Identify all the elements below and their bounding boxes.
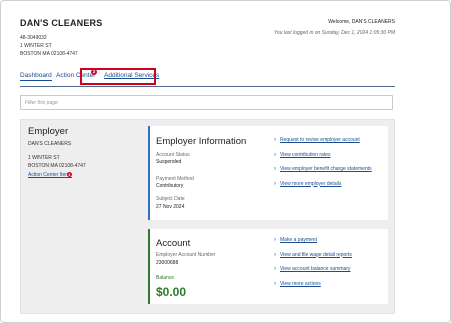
action-center-items-link[interactable]: Action Center Items [28,172,72,178]
highlight-box [80,68,156,85]
address-line-1: 1 WINTER ST [20,43,52,49]
filter-input[interactable]: Filter this page [20,95,393,110]
wage-detail-reports-link[interactable]: View and file wage detail reports [274,248,352,263]
account-id: 48-3049032 [20,35,47,41]
last-login: You last logged in on Sunday, Dec 1, 202… [273,30,395,36]
action-items-badge: 1 [67,172,72,177]
account-title: Account [156,238,191,249]
balance-label: Balance [156,275,175,281]
tab-dashboard-label: Dashboard [20,72,52,81]
address-line-2: BOSTON MA 02108-4747 [20,51,78,57]
welcome-message: Welcome, DAN'S CLEANERS [328,19,395,25]
subject-date-value: 27 Nov 2024 [156,204,185,210]
contribution-rates-link[interactable]: View contribution rates [274,148,372,163]
subject-date-label: Subject Date [156,196,185,202]
account-links: Make a payment View and file wage detail… [274,233,352,291]
balance-value: $0.00 [156,285,187,299]
employer-name: DAN'S CLEANERS [28,141,72,147]
more-employer-details-link[interactable]: View more employer details [274,177,372,192]
employer-address-line-2: BOSTON MA 02108-4747 [28,163,86,169]
payment-method-value: Contributory [156,183,184,189]
make-payment-link[interactable]: Make a payment [274,233,352,248]
revise-account-link[interactable]: Request to revise employer account [274,133,372,148]
account-card: Account Employer Account Number 23000688… [148,229,388,304]
tab-dashboard[interactable]: Dashboard [20,72,52,81]
account-number-label: Employer Account Number [156,252,216,258]
payment-method-label: Payment Method [156,176,194,182]
employer-information-title: Employer Information [156,136,247,147]
employer-information-card: Employer Information Account Status Susp… [148,126,388,220]
balance-summary-link[interactable]: View account balance summary [274,262,352,277]
account-number-value: 23000688 [156,260,179,266]
employer-heading: Employer [28,126,69,137]
business-address: 48-3049032 1 WINTER ST BOSTON MA 02108-4… [20,34,78,58]
tab-divider [20,86,395,87]
employer-address-line-1: 1 WINTER ST [28,155,60,161]
more-actions-link[interactable]: View more actions [274,277,352,292]
employer-address: 1 WINTER ST BOSTON MA 02108-4747 [28,154,86,170]
benefit-charge-statements-link[interactable]: View employer benefit charge statements [274,162,372,177]
account-status-label: Account Status [156,152,190,158]
employer-links: Request to revise employer account View … [274,133,372,191]
account-status-value: Suspended [156,159,182,165]
business-name: DAN'S CLEANERS [20,18,103,28]
